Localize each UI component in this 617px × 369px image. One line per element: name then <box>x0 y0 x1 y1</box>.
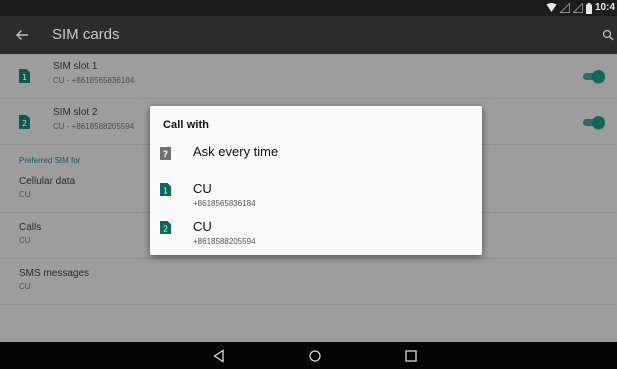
search-icon[interactable] <box>602 29 614 41</box>
pref-title: Calls <box>19 222 42 233</box>
back-arrow-icon[interactable] <box>15 28 29 42</box>
pref-value: CU <box>19 282 31 291</box>
status-icons: 10:4 <box>546 2 615 14</box>
recents-icon[interactable] <box>403 348 419 364</box>
sim-slot-1-row[interactable]: 1 SIM slot 1 CU - +8618565836184 <box>0 54 617 99</box>
sim-card-icon: 1 <box>160 183 171 196</box>
pref-value: CU <box>19 236 31 245</box>
sim-slot-1-toggle[interactable] <box>581 70 605 83</box>
status-bar: 10:4 <box>0 0 617 16</box>
option-label: CU <box>193 181 212 196</box>
sim-slot-number: 2 <box>163 225 168 234</box>
sim-slot-number: 1 <box>22 73 27 82</box>
call-with-dialog: Call with ? Ask every time 1 CU +8618565… <box>150 106 482 255</box>
svg-text:?: ? <box>163 150 168 160</box>
option-number: +8618588205594 <box>193 237 256 246</box>
wifi-icon <box>546 3 557 12</box>
navigation-bar <box>0 342 617 369</box>
battery-icon <box>585 2 592 14</box>
dialog-option-sim-2[interactable]: 2 CU +8618588205594 <box>150 218 482 248</box>
home-icon[interactable] <box>307 348 323 364</box>
pref-title: SMS messages <box>19 268 90 279</box>
option-label: CU <box>193 219 212 234</box>
pref-value: CU <box>19 190 31 199</box>
option-number: +8618565836184 <box>193 199 256 208</box>
preferred-sim-header: Preferred SIM for <box>19 156 81 165</box>
pref-row-sms-messages[interactable]: SMS messages CU <box>0 260 617 305</box>
dialog-title: Call with <box>163 119 210 131</box>
sim-slot-number: 2 <box>22 119 27 128</box>
sim-card-icon: 2 <box>160 221 171 234</box>
sim-slot-number-text: CU - +8618588205594 <box>53 122 135 131</box>
status-time: 10:4 <box>594 2 615 13</box>
sim-slot-number: 1 <box>163 187 168 196</box>
sim-slot-title: SIM slot 2 <box>53 107 98 118</box>
sim-slot-2-toggle[interactable] <box>581 116 605 129</box>
pref-title: Cellular data <box>19 176 76 187</box>
question-icon: ? <box>160 147 171 160</box>
toggle-thumb <box>592 70 605 83</box>
option-label: Ask every time <box>193 144 279 159</box>
sim-card-icon: 2 <box>19 115 30 129</box>
signal-icon-secondary <box>572 3 583 13</box>
toggle-thumb <box>592 116 605 129</box>
app-bar: SIM cards <box>0 16 617 54</box>
page-title: SIM cards <box>52 26 120 43</box>
back-icon[interactable] <box>211 348 227 364</box>
sim-slot-number-text: CU - +8618565836184 <box>53 76 135 85</box>
signal-icon <box>559 3 570 13</box>
dialog-option-ask-every-time[interactable]: ? Ask every time <box>150 140 482 166</box>
sim-slot-title: SIM slot 1 <box>53 61 98 72</box>
dialog-option-sim-1[interactable]: 1 CU +8618565836184 <box>150 180 482 210</box>
sim-card-icon: 1 <box>19 69 30 83</box>
